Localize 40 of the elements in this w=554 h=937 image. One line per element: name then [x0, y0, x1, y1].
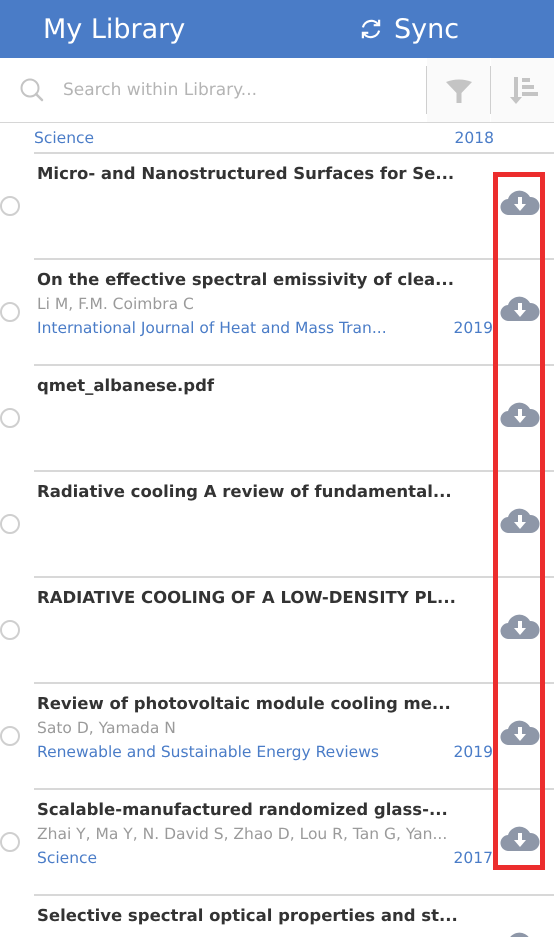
cloud-download-icon[interactable] — [500, 189, 540, 215]
publication-year: 2017 — [454, 849, 493, 867]
document-title[interactable]: RADIATIVE COOLING OF A LOW-DENSITY PL... — [37, 588, 456, 607]
document-title[interactable]: Micro- and Nanostructured Surfaces for Se... — [37, 164, 454, 183]
cloud-download-icon[interactable] — [500, 507, 540, 533]
select-radio[interactable] — [0, 408, 20, 428]
publication-year: 2018 — [454, 128, 494, 146]
publication-year: 2019 — [454, 743, 493, 761]
search-icon — [19, 77, 45, 103]
document-title[interactable]: qmet_albanese.pdf — [37, 376, 214, 395]
author-list: Sato D, Yamada N — [37, 719, 176, 737]
journal-name: International Journal of Heat and Mass Tran... — [37, 319, 387, 337]
select-radio[interactable] — [0, 196, 20, 216]
document-title[interactable]: Radiative cooling A review of fundamental... — [37, 482, 452, 501]
document-title[interactable]: Selective spectral optical properties and st... — [37, 906, 458, 925]
sync-button[interactable]: Sync — [358, 14, 460, 44]
select-radio[interactable] — [0, 832, 20, 852]
journal-name: Science — [34, 128, 94, 146]
filter-button[interactable] — [427, 58, 490, 122]
search-field[interactable]: Search within Library... — [61, 79, 426, 101]
sort-icon — [508, 75, 538, 105]
author-list: Li M, F.M. Coimbra C — [37, 295, 194, 313]
cloud-download-icon[interactable] — [500, 295, 540, 321]
cloud-download-icon[interactable] — [500, 613, 540, 639]
document-title[interactable]: Review of photovoltaic module cooling me... — [37, 694, 451, 713]
library-title: My Library — [43, 14, 186, 44]
document-title[interactable]: On the effective spectral emissivity of clea... — [37, 270, 454, 289]
sort-button[interactable] — [491, 58, 554, 122]
select-radio[interactable] — [0, 620, 20, 640]
journal-name: Renewable and Sustainable Energy Reviews — [37, 743, 379, 761]
journal-name: Science — [37, 849, 98, 867]
select-radio[interactable] — [0, 302, 20, 322]
publication-year: 2019 — [454, 319, 493, 337]
cloud-download-icon[interactable] — [500, 825, 540, 851]
select-radio[interactable] — [0, 514, 20, 534]
document-title[interactable]: Scalable-manufactured randomized glass-... — [37, 800, 448, 819]
select-radio[interactable] — [0, 726, 20, 746]
cloud-download-icon[interactable] — [500, 401, 540, 427]
cloud-download-icon[interactable] — [500, 719, 540, 745]
author-list: Zhai Y, Ma Y, N. David S, Zhao D, Lou R, Tan G, Yan... — [37, 825, 448, 843]
